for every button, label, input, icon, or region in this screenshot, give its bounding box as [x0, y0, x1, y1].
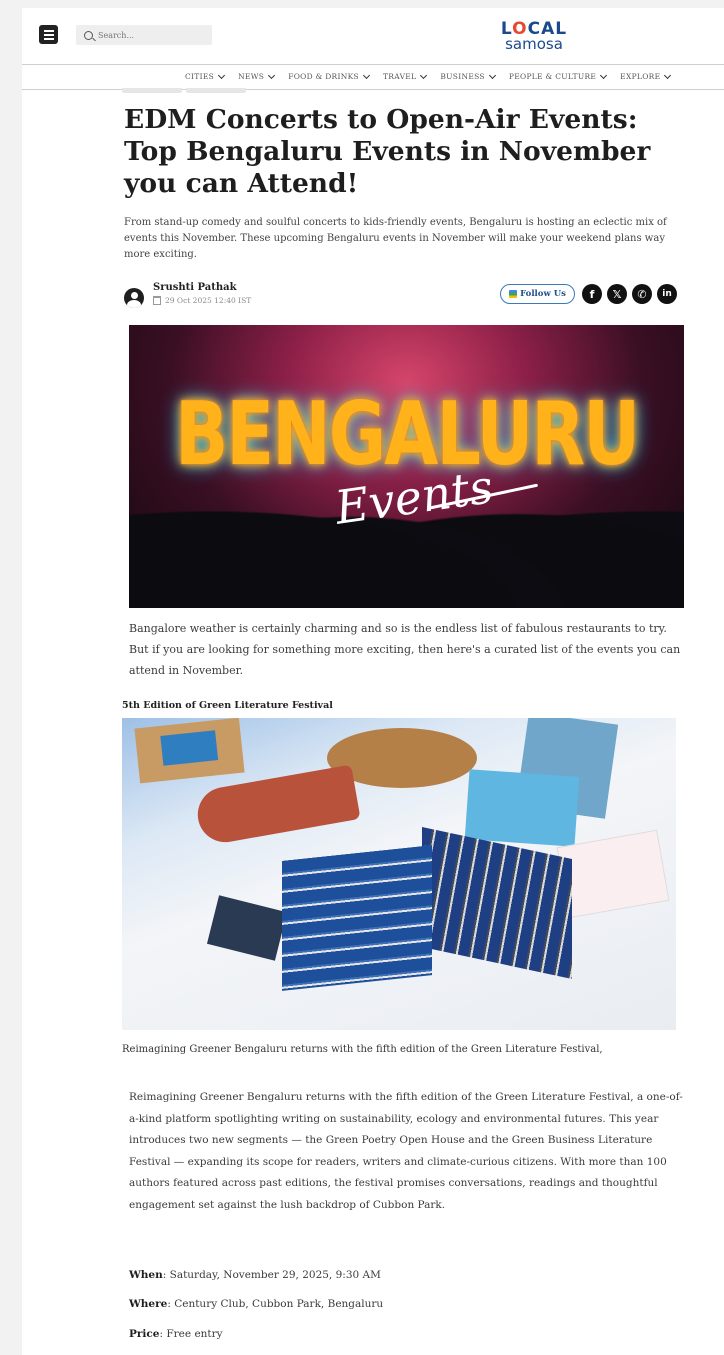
image-caption: Reimagining Greener Bengaluru returns wi… — [122, 1044, 603, 1055]
calendar-icon — [153, 296, 161, 305]
x-icon[interactable]: 𝕏 — [607, 284, 627, 304]
menu-line — [43, 29, 54, 32]
image-element — [206, 895, 288, 961]
event-where: Where: Century Club, Cubbon Park, Bengal… — [129, 1298, 383, 1310]
event-price: Price: Free entry — [129, 1328, 223, 1340]
section-heading: 5th Edition of Green Literature Festival — [122, 700, 333, 711]
intro-paragraph: Bangalore weather is certainly charming … — [129, 622, 681, 677]
publish-date: 29 Oct 2025 12:40 IST — [153, 296, 251, 305]
menu-line — [43, 33, 54, 36]
nav-news[interactable]: NEWS — [238, 71, 276, 81]
nav-label: FOOD & DRINKS — [288, 72, 359, 81]
where-label: Where — [129, 1298, 168, 1310]
where-value: : Century Club, Cubbon Park, Bengaluru — [167, 1298, 384, 1310]
follow-us-button[interactable]: Follow Us — [500, 284, 575, 304]
price-value: : Free entry — [159, 1328, 223, 1340]
avatar — [124, 288, 144, 308]
whatsapp-icon[interactable]: ✆ — [632, 284, 652, 304]
price-label: Price — [129, 1328, 160, 1340]
page: LOCAL samosa CITIES NEWS FOOD & DRINKS T… — [22, 8, 724, 1355]
breadcrumb — [122, 88, 246, 93]
top-bar: LOCAL samosa — [22, 8, 724, 64]
breadcrumb-tag[interactable] — [122, 88, 182, 93]
chevron-down-icon — [362, 71, 371, 79]
nav-label: NEWS — [238, 72, 265, 81]
nav-label: PEOPLE & CULTURE — [508, 72, 597, 81]
nav-food-drinks[interactable]: FOOD & DRINKS — [288, 71, 371, 81]
body-paragraph: Reimagining Greener Bengaluru returns wi… — [129, 1091, 683, 1211]
nav-label: TRAVEL — [382, 72, 417, 81]
when-value: : Saturday, November 29, 2025, 9:30 AM — [162, 1269, 381, 1281]
logo-bottom: samosa — [505, 35, 563, 53]
search-input[interactable] — [98, 30, 198, 40]
image-element — [464, 769, 580, 847]
menu-button[interactable] — [39, 25, 58, 44]
author-name[interactable]: Srushti Pathak — [153, 282, 237, 293]
chevron-down-icon — [664, 71, 672, 79]
menu-line — [43, 37, 54, 40]
nav-travel[interactable]: TRAVEL — [382, 71, 428, 81]
article-deck: From stand-up comedy and soulful concert… — [124, 217, 667, 260]
nav-label: EXPLORE — [620, 72, 661, 81]
nav-explore[interactable]: EXPLORE — [620, 71, 672, 81]
hero-image: BENGALURU Events — [129, 325, 684, 608]
nav-label: BUSINESS — [440, 72, 485, 81]
linkedin-icon[interactable]: in — [657, 284, 677, 304]
breadcrumb-tag[interactable] — [186, 88, 246, 93]
facebook-icon[interactable]: f — [582, 284, 602, 304]
chevron-down-icon — [268, 71, 276, 79]
google-news-icon — [509, 290, 518, 298]
publish-date-text: 29 Oct 2025 12:40 IST — [165, 296, 252, 305]
follow-label: Follow Us — [520, 289, 566, 299]
article-title: EDM Concerts to Open-Air Events: Top Ben… — [124, 104, 651, 199]
chevron-down-icon — [218, 71, 226, 79]
image-element — [193, 764, 361, 847]
image-element — [422, 827, 572, 979]
chevron-down-icon — [600, 71, 608, 79]
chevron-down-icon — [420, 71, 428, 79]
image-element — [282, 845, 432, 991]
author-row: Srushti Pathak 29 Oct 2025 12:40 IST Fol… — [124, 282, 680, 310]
search-box[interactable] — [76, 25, 212, 45]
nav-business[interactable]: BUSINESS — [440, 71, 496, 81]
chevron-down-icon — [488, 71, 496, 79]
nav-cities[interactable]: CITIES — [185, 71, 226, 81]
image-element — [134, 718, 245, 784]
site-logo[interactable]: LOCAL samosa — [494, 21, 574, 52]
main-nav: CITIES NEWS FOOD & DRINKS TRAVEL BUSINES… — [22, 64, 724, 90]
festival-image — [122, 718, 676, 1030]
nav-label: CITIES — [185, 72, 215, 81]
event-when: When: Saturday, November 29, 2025, 9:30 … — [129, 1269, 381, 1281]
nav-people-culture[interactable]: PEOPLE & CULTURE — [508, 71, 608, 81]
search-icon — [84, 30, 93, 40]
when-label: When — [129, 1269, 163, 1281]
